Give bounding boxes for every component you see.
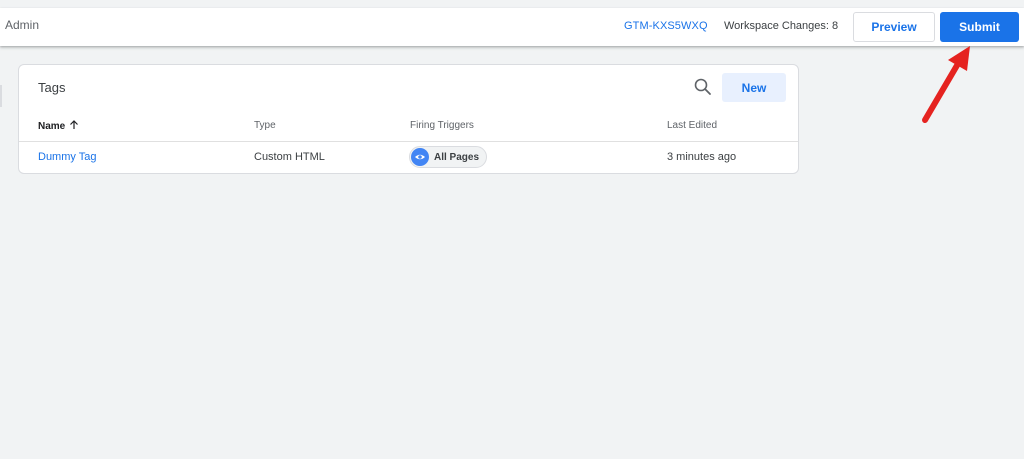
eye-icon: [411, 148, 429, 166]
column-header-name[interactable]: Name: [38, 120, 79, 133]
search-icon[interactable]: [691, 75, 715, 99]
new-tag-button[interactable]: New: [722, 73, 786, 102]
annotation-arrow-icon: [922, 46, 970, 123]
header-divider: [19, 141, 798, 142]
tag-name-link[interactable]: Dummy Tag: [38, 151, 96, 163]
column-header-firing-triggers: Firing Triggers: [410, 120, 474, 131]
submit-button[interactable]: Submit: [940, 12, 1019, 42]
workspace-changes: Workspace Changes: 8: [724, 20, 839, 32]
tags-card: Tags New Name Type Firing Triggers Last …: [18, 64, 799, 174]
trigger-chip-label: All Pages: [434, 151, 480, 163]
container-id-link[interactable]: GTM-KXS5WXQ: [624, 20, 708, 32]
column-header-name-label: Name: [38, 121, 66, 133]
tag-type: Custom HTML: [254, 151, 325, 163]
admin-tab[interactable]: Admin: [5, 18, 39, 32]
side-panel-edge: [0, 85, 2, 107]
column-header-type: Type: [254, 120, 276, 131]
tags-card-title: Tags: [38, 80, 66, 95]
column-header-last-edited: Last Edited: [667, 120, 718, 131]
arrow-up-icon: [69, 120, 79, 133]
trigger-chip[interactable]: All Pages: [409, 146, 487, 168]
top-bar: Admin GTM-KXS5WXQ Workspace Changes: 8 P…: [0, 8, 1024, 46]
last-edited-value: 3 minutes ago: [667, 151, 737, 163]
preview-button[interactable]: Preview: [853, 12, 935, 42]
